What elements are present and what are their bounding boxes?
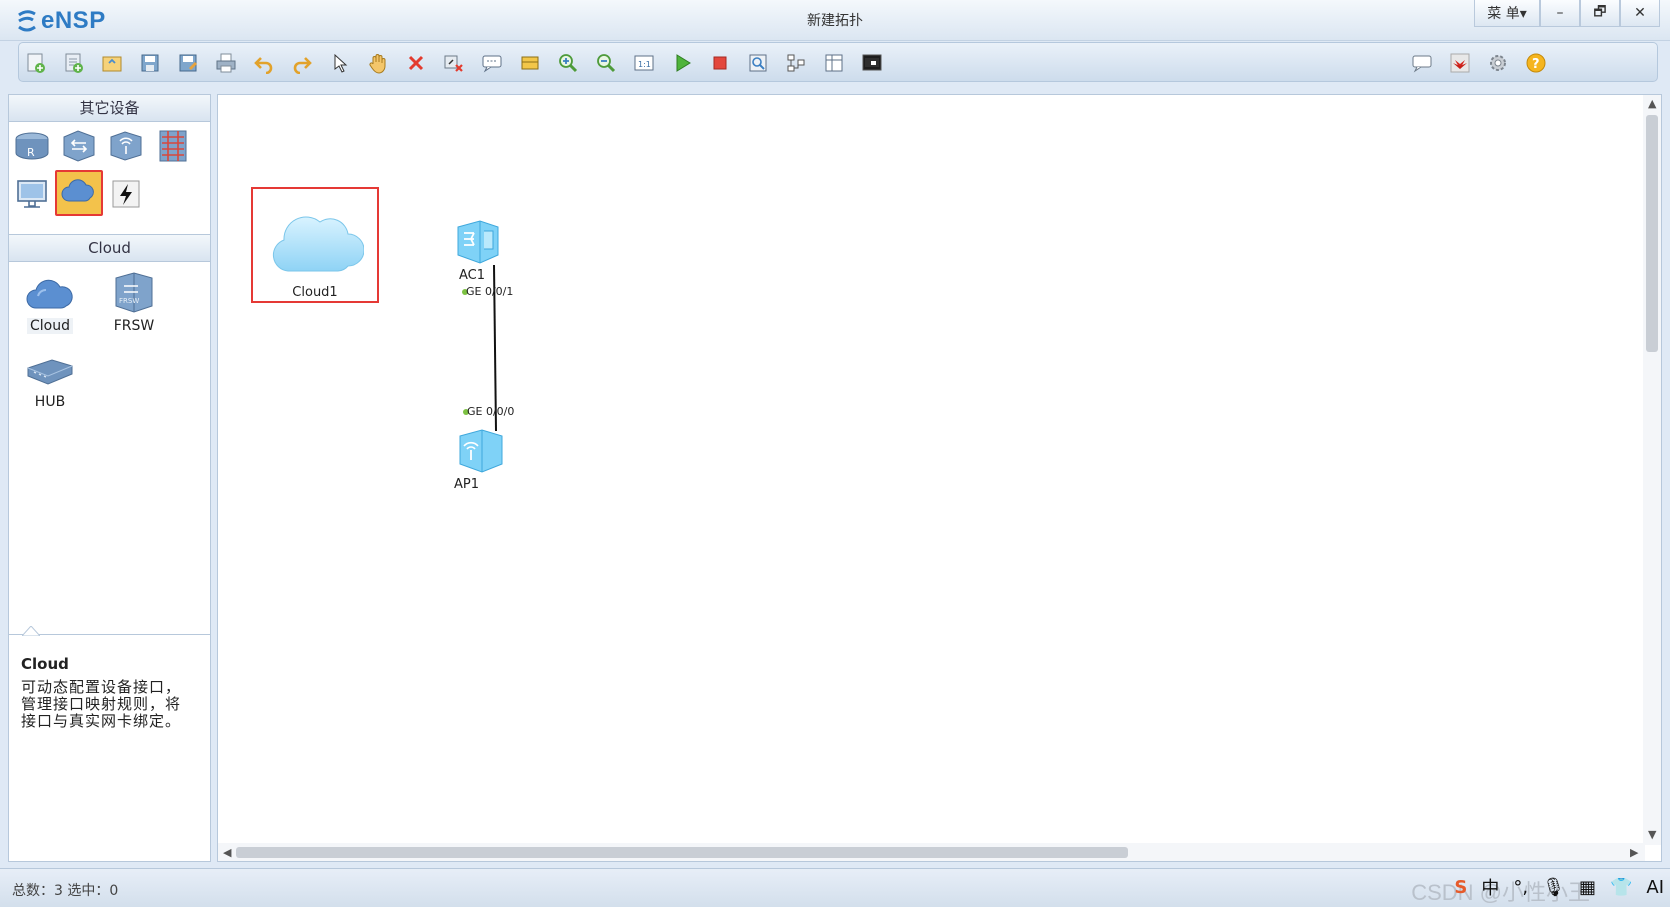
zoom-in-icon[interactable]	[555, 50, 581, 76]
capture-icon[interactable]	[745, 50, 771, 76]
rectangle-icon[interactable]	[517, 50, 543, 76]
status-bar: 总数：3 选中：0 CSDN @小性小王 S 中 °, 🎙 ▦ 👕 AI	[0, 868, 1670, 907]
ime-keyboard-icon[interactable]: ▦	[1579, 877, 1596, 898]
description-text: 可动态配置设备接口，管理接口映射规则，将接口与真实网卡绑定。	[21, 678, 182, 730]
window-title: 新建拓扑	[807, 13, 863, 29]
topology-canvas[interactable]: Cloud1 AC1 GE 0/0/1 GE 0/0/0 AP1 ▲ ▼ ◀ ▶	[217, 94, 1662, 862]
zoom-out-icon[interactable]	[593, 50, 619, 76]
other-devices-icon[interactable]	[106, 174, 146, 214]
app-name: eNSP	[41, 7, 106, 34]
node-label-ac1: AC1	[458, 268, 485, 283]
ac-icon[interactable]	[454, 219, 502, 265]
terminal-icon[interactable]	[12, 174, 52, 214]
port-label-ap1: GE 0/0/0	[467, 405, 515, 418]
save-as-icon[interactable]	[175, 50, 201, 76]
node-label-ap1: AP1	[454, 477, 480, 492]
link-layer	[493, 264, 497, 432]
pointer-notch-icon	[22, 626, 40, 636]
device-description: Cloud 可动态配置设备接口，管理接口映射规则，将接口与真实网卡绑定。	[8, 626, 211, 862]
console-icon[interactable]	[859, 50, 885, 76]
title-bar: eNSP 新建拓扑 菜 单▾ – 🗗 ✕	[0, 0, 1670, 41]
frsw-icon: FRSW	[115, 272, 153, 313]
horizontal-scroll-thumb[interactable]	[236, 847, 1128, 858]
device-list: Cloud FRSW FRSW HUB	[8, 262, 211, 634]
window-controls: 菜 单▾ – 🗗 ✕	[1474, 0, 1660, 27]
help-icon[interactable]: ?	[1523, 50, 1549, 76]
pan-hand-icon[interactable]	[365, 50, 391, 76]
ime-skin-icon[interactable]: 👕	[1610, 877, 1632, 898]
hub-icon	[27, 359, 73, 385]
ime-logo-icon[interactable]: S	[1454, 877, 1467, 898]
scroll-left-icon[interactable]: ◀	[223, 846, 231, 859]
scroll-down-icon[interactable]: ▼	[1648, 828, 1656, 841]
scroll-up-icon[interactable]: ▲	[1648, 97, 1656, 110]
new-lab-icon[interactable]	[61, 50, 87, 76]
description-title: Cloud	[21, 655, 69, 673]
print-icon[interactable]	[213, 50, 239, 76]
ensp-window: eNSP 新建拓扑 菜 单▾ – 🗗 ✕ 1:1 ? 其它设备 R Cloud …	[0, 0, 1670, 907]
firewall-icon[interactable]	[153, 126, 193, 166]
device-label: HUB	[34, 394, 66, 410]
svg-text:1:1: 1:1	[638, 60, 651, 69]
device-cloud[interactable]: Cloud	[15, 270, 85, 334]
grid-icon[interactable]	[821, 50, 847, 76]
router-icon[interactable]: R	[12, 126, 52, 166]
ap-icon[interactable]	[456, 428, 506, 474]
device-panel: 其它设备 R Cloud Cloud FRSW FRSW HUB Cloud 可…	[8, 94, 211, 862]
category-grid: R	[8, 122, 211, 234]
new-topology-icon[interactable]	[23, 50, 49, 76]
close-button[interactable]: ✕	[1620, 0, 1660, 27]
cloud-icon	[26, 279, 73, 309]
wlan-icon[interactable]	[106, 126, 146, 166]
ime-punctuation[interactable]: °,	[1513, 877, 1528, 898]
status-count: 总数：3 选中：0	[12, 883, 119, 899]
svg-text:FRSW: FRSW	[119, 297, 139, 305]
redo-icon[interactable]	[289, 50, 315, 76]
horizontal-scrollbar[interactable]: ◀ ▶	[218, 843, 1645, 861]
main-menu-button[interactable]: 菜 单▾	[1474, 0, 1540, 27]
app-logo: eNSP	[16, 7, 106, 35]
device-label: Cloud	[27, 318, 73, 334]
undo-icon[interactable]	[251, 50, 277, 76]
ime-chinese-mode[interactable]: 中	[1481, 874, 1499, 900]
stop-device-icon[interactable]	[707, 50, 733, 76]
vertical-scroll-thumb[interactable]	[1646, 115, 1658, 352]
text-annotation-icon[interactable]	[479, 50, 505, 76]
svg-text:?: ?	[1532, 57, 1540, 72]
feedback-icon[interactable]	[1409, 50, 1435, 76]
switch-icon[interactable]	[59, 126, 99, 166]
device-hub[interactable]: HUB	[15, 354, 85, 410]
cloud-category-icon[interactable]	[55, 170, 103, 216]
settings-icon[interactable]	[1485, 50, 1511, 76]
svg-text:R: R	[27, 146, 35, 159]
select-pointer-icon[interactable]	[327, 50, 353, 76]
device-frsw[interactable]: FRSW FRSW	[99, 270, 169, 334]
fit-view-icon[interactable]: 1:1	[631, 50, 657, 76]
device-label: FRSW	[113, 318, 155, 334]
ime-toolbar: S 中 °, 🎙 ▦ 👕 AI	[1454, 874, 1664, 900]
port-label-ac1: GE 0/0/1	[466, 285, 514, 298]
ime-voice-icon[interactable]: 🎙	[1542, 877, 1565, 898]
category-header: 其它设备	[8, 94, 211, 122]
device-header: Cloud	[8, 234, 211, 262]
huawei-icon[interactable]	[1447, 50, 1473, 76]
minimize-button[interactable]: –	[1540, 0, 1580, 27]
save-icon[interactable]	[137, 50, 163, 76]
vertical-scrollbar[interactable]: ▲ ▼	[1643, 95, 1661, 845]
topology-icon[interactable]	[783, 50, 809, 76]
restore-button[interactable]: 🗗	[1580, 0, 1620, 27]
start-device-icon[interactable]	[669, 50, 695, 76]
scroll-right-icon[interactable]: ▶	[1630, 846, 1638, 859]
toolbar: 1:1 ?	[18, 42, 1658, 82]
cloud-icon[interactable]	[266, 201, 364, 279]
open-icon[interactable]	[99, 50, 125, 76]
delete-link-icon[interactable]	[441, 50, 467, 76]
ensp-logo-icon	[18, 10, 36, 32]
node-label-cloud1: Cloud1	[292, 285, 338, 300]
delete-icon[interactable]	[403, 50, 429, 76]
ime-ai-button[interactable]: AI	[1646, 877, 1664, 898]
